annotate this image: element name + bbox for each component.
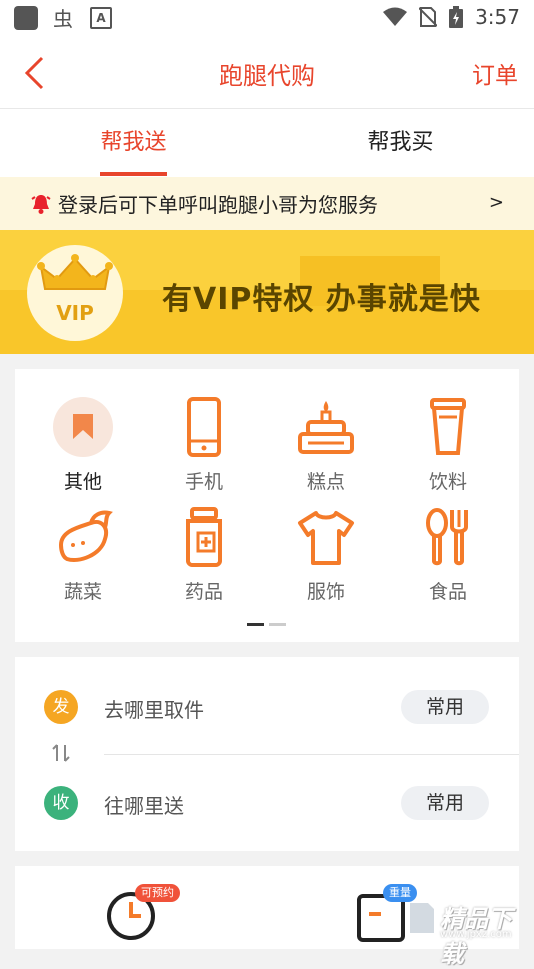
delivery-frequent-button[interactable]: 常用	[401, 786, 489, 820]
option-schedule[interactable]: 可预约	[103, 884, 180, 949]
category-other[interactable]: 其他	[38, 397, 128, 497]
shirt-icon	[298, 511, 354, 565]
pickup-address-row[interactable]: 发 去哪里取件 常用	[15, 677, 519, 737]
category-grid: 其他 手机 糕点 饮料 蔬菜 药品 服饰 食品	[15, 369, 519, 642]
tab-send[interactable]: 帮我送	[0, 109, 267, 177]
category-label: 服饰	[306, 581, 345, 603]
category-label: 糕点	[306, 471, 345, 493]
delivery-address-row[interactable]: 收 往哪里送 常用	[15, 773, 519, 833]
vip-badge: VIP	[27, 245, 123, 341]
tab-buy[interactable]: 帮我买	[267, 109, 534, 177]
delivery-badge: 收	[44, 786, 78, 820]
notice-arrow-icon: >	[488, 192, 504, 213]
page-title: 跑腿代购	[219, 62, 315, 90]
swap-icon[interactable]	[52, 743, 70, 763]
banner-slogan: 有VIP特权 办事就是快	[162, 282, 481, 317]
category-label: 饮料	[428, 471, 467, 493]
category-food[interactable]: 食品	[403, 507, 493, 607]
schedule-tag: 可预约	[135, 884, 180, 902]
orders-link[interactable]: 订单	[472, 56, 518, 90]
phone-icon	[187, 397, 221, 457]
medicine-icon	[186, 507, 222, 567]
delivery-address-input[interactable]: 往哪里送	[104, 790, 184, 819]
status-time: 3:57	[475, 5, 520, 29]
category-clothing[interactable]: 服饰	[281, 507, 371, 607]
bell-icon	[31, 194, 51, 214]
drink-icon	[430, 398, 466, 455]
crown-icon	[37, 254, 113, 290]
svg-text:虫: 虫	[53, 7, 73, 30]
page-indicator	[247, 623, 287, 626]
pickup-frequent-button[interactable]: 常用	[401, 690, 489, 724]
login-notice[interactable]: 登录后可下单呼叫跑腿小哥为您服务 >	[0, 177, 534, 230]
category-cake[interactable]: 糕点	[281, 397, 371, 497]
category-medicine[interactable]: 药品	[159, 507, 249, 607]
utensils-icon	[426, 508, 468, 566]
watermark-url: www.jpxz.com	[440, 929, 512, 940]
no-sim-icon	[419, 7, 438, 27]
category-label: 药品	[184, 581, 223, 603]
tab-indicator	[100, 172, 167, 176]
category-drink[interactable]: 饮料	[403, 397, 493, 497]
navbar: 跑腿代购 订单	[0, 36, 534, 109]
category-label: 手机	[184, 471, 223, 493]
tab-bar: 帮我送 帮我买	[0, 109, 534, 177]
divider	[104, 754, 519, 755]
watermark-icon	[410, 903, 434, 933]
category-label: 蔬菜	[63, 581, 102, 603]
battery-icon	[449, 6, 464, 28]
category-phone[interactable]: 手机	[159, 397, 249, 497]
option-weight[interactable]: 重量	[353, 884, 417, 949]
bug-icon: 虫	[53, 7, 73, 30]
wifi-icon	[383, 7, 408, 26]
category-vegetable[interactable]: 蔬菜	[38, 507, 128, 607]
a-icon: A	[90, 7, 112, 29]
vip-banner[interactable]: VIP 有VIP特权 办事就是快	[0, 230, 534, 354]
bookmark-icon	[53, 397, 113, 457]
status-bar: 虫 A 3:57	[0, 0, 534, 36]
vip-label: VIP	[56, 301, 94, 325]
category-label: 其他	[63, 471, 102, 493]
eggplant-icon	[58, 510, 113, 562]
pickup-address-input[interactable]: 去哪里取件	[104, 694, 204, 723]
pickup-badge: 发	[44, 690, 78, 724]
category-label: 食品	[428, 581, 467, 603]
notice-text: 登录后可下单呼叫跑腿小哥为您服务	[58, 193, 378, 217]
watermark-logo: 精品下载 www.jpxz.com	[406, 893, 526, 968]
address-card: 发 去哪里取件 常用 收 往哪里送 常用	[15, 657, 519, 851]
notification-icon	[14, 6, 38, 30]
cake-icon	[298, 401, 354, 454]
